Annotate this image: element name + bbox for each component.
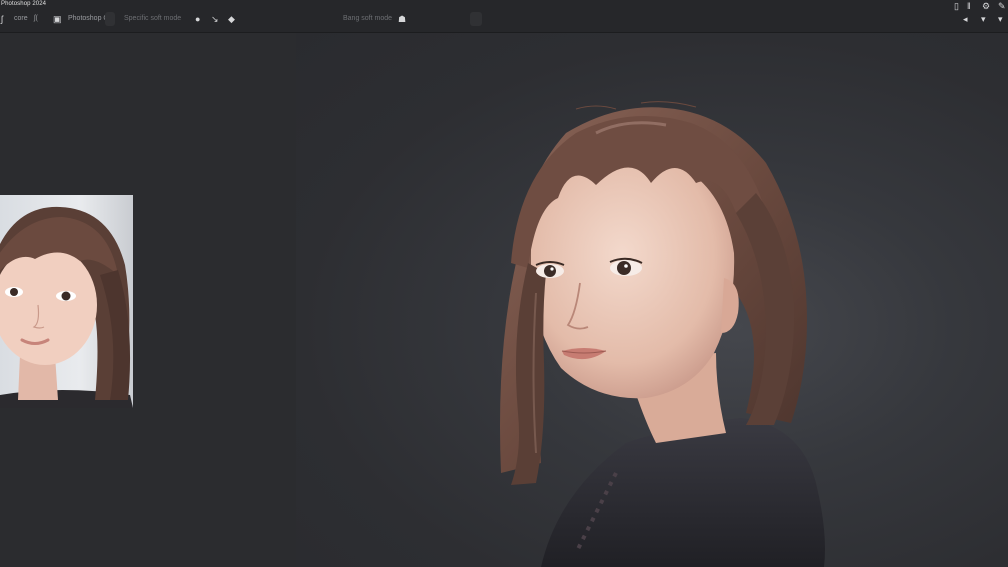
search-mode-left[interactable]: Specific soft mode bbox=[124, 13, 181, 25]
window-icon[interactable]: ▯ bbox=[954, 0, 959, 12]
arrow-left-icon[interactable]: ◂ bbox=[963, 13, 968, 25]
thumbnail-portrait bbox=[0, 206, 133, 408]
triangle-down-icon-2[interactable]: ▾ bbox=[998, 13, 1003, 25]
settings-icon[interactable]: ‖ bbox=[967, 0, 971, 12]
image-thumbnail[interactable] bbox=[0, 195, 133, 408]
portrait-image bbox=[500, 101, 825, 567]
gear-icon[interactable]: ⚙ bbox=[982, 0, 990, 12]
toolbar-pill bbox=[470, 12, 482, 26]
image-icon[interactable]: ▣ bbox=[53, 13, 62, 25]
toolbar-item-core[interactable]: core bbox=[14, 13, 28, 25]
search-mode-center[interactable]: Bang soft mode bbox=[343, 13, 392, 25]
top-toolbar: Photoshop 2024 ʃ core ʃ( ▣ Photoshop CC … bbox=[0, 0, 1008, 33]
toolbar-divider bbox=[105, 12, 115, 26]
brush-icon[interactable]: ↘ bbox=[211, 13, 219, 25]
window-title: Photoshop 2024 bbox=[1, 1, 47, 7]
search-icon[interactable]: ☗ bbox=[398, 13, 406, 25]
triangle-down-icon[interactable]: ▾ bbox=[981, 13, 986, 25]
pen-icon[interactable]: ✎ bbox=[998, 0, 1006, 12]
diamond-icon[interactable]: ◆ bbox=[228, 13, 235, 25]
main-canvas[interactable] bbox=[296, 33, 1008, 567]
menu-icon[interactable]: ʃ bbox=[1, 13, 3, 25]
toolbar-item-3[interactable]: ʃ( bbox=[34, 13, 38, 25]
circle-icon[interactable]: ● bbox=[195, 13, 200, 25]
